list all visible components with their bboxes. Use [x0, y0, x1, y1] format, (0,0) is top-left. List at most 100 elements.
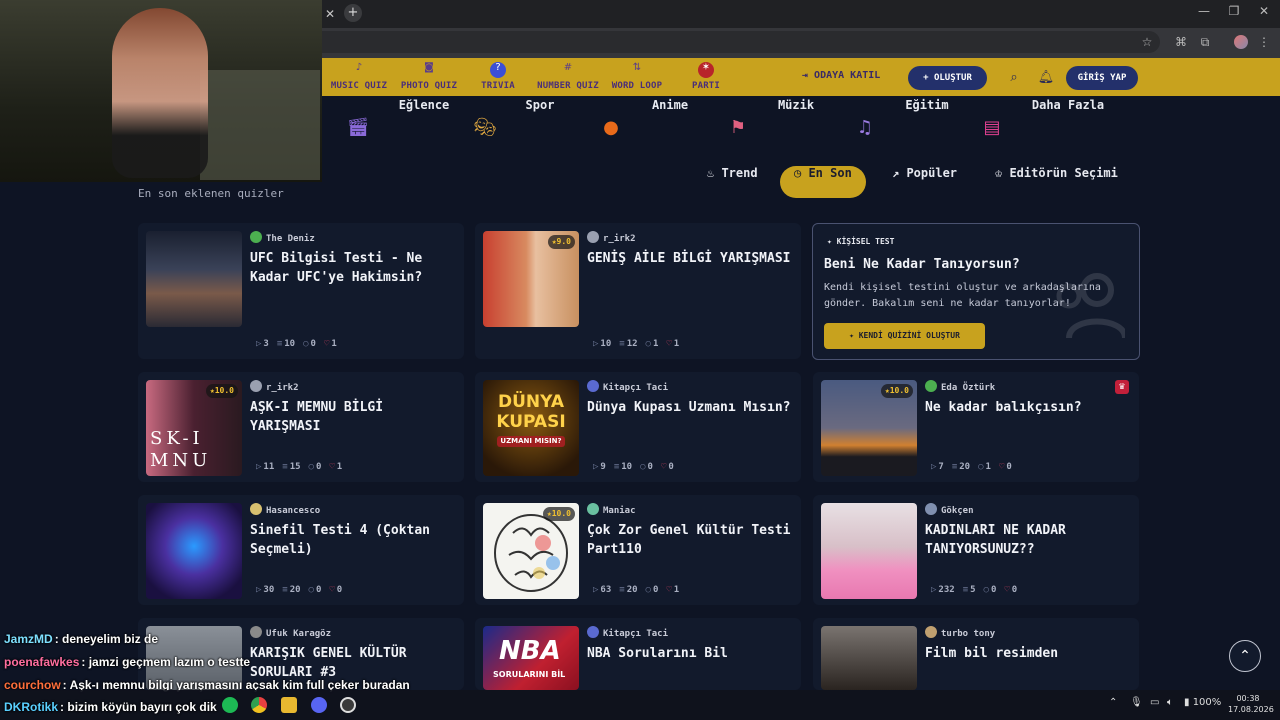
browser-menu-icon[interactable]: ⋮: [1256, 34, 1272, 50]
create-own-quiz-button[interactable]: ✦ KENDİ QUİZİNİ OLUŞTUR: [824, 323, 985, 349]
bell-icon[interactable]: 🔔︎: [1037, 69, 1055, 87]
avatar: [587, 380, 599, 392]
question-count: 10: [284, 339, 296, 349]
quiz-stats: ▷ 7 ≡ 20 ○ 1 ♡ 0: [931, 462, 1020, 472]
new-tab-button[interactable]: +: [344, 4, 362, 22]
author-name: Eda Öztürk: [941, 383, 996, 393]
quiz-thumbnail: [146, 503, 242, 599]
quiz-card[interactable]: ★10.0 Eda Öztürk ♛ Ne kadar balıkçısın? …: [813, 372, 1139, 482]
quiz-card[interactable]: The Deniz UFC Bilgisi Testi - Ne Kadar U…: [138, 223, 464, 359]
nav-word-loop[interactable]: ⇅ WORD LOOP: [597, 62, 677, 91]
volume-icon[interactable]: 🔈︎: [1167, 697, 1173, 708]
filter-en-son[interactable]: ◷ En Son: [780, 166, 866, 198]
clock-date: 17.08.2026: [1228, 705, 1274, 714]
section-label: En son eklenen quizler: [138, 187, 284, 200]
maximize-icon[interactable]: ❐: [1224, 4, 1244, 18]
questions-icon: ≡: [282, 585, 288, 595]
obs-icon[interactable]: [340, 697, 356, 713]
tray-chevron-icon[interactable]: ⌃: [1109, 697, 1117, 708]
bookmark-star-icon[interactable]: ☆: [1139, 34, 1155, 50]
filter-label: Editörün Seçimi: [1009, 166, 1118, 180]
filter-editor[interactable]: ♔ Editörün Seçimi: [995, 166, 1118, 198]
like-count: 0: [1006, 462, 1012, 472]
question-count: 15: [289, 462, 301, 472]
author-name: The Deniz: [266, 234, 315, 244]
comment-icon: ○: [303, 339, 309, 349]
microphone-icon[interactable]: 🎙︎: [1130, 697, 1143, 708]
create-button[interactable]: + OLUŞTUR: [908, 66, 987, 90]
folder-icon[interactable]: [281, 697, 297, 713]
scroll-to-top-button[interactable]: ⌃: [1229, 640, 1261, 672]
category-daha-fazla[interactable]: Daha Fazla: [1013, 98, 1123, 112]
nav-photo-quiz[interactable]: ◙ PHOTO QUIZ: [389, 62, 469, 91]
thumbnail-text: DÜNYA KUPASI: [496, 392, 566, 432]
system-clock[interactable]: 00:38 17.08.2026: [1228, 693, 1274, 715]
quiz-card[interactable]: turbo tony Film bil resimden: [813, 618, 1139, 690]
like-count: 0: [1011, 585, 1018, 595]
avatar: [587, 503, 599, 515]
quiz-thumbnail: ★9.0: [483, 231, 579, 327]
filter-trend[interactable]: ♨ Trend: [707, 166, 758, 198]
nav-number-quiz[interactable]: # NUMBER QUIZ: [528, 62, 608, 91]
play-icon: ▷: [593, 339, 599, 349]
chrome-icon[interactable]: [251, 697, 267, 713]
category-spor[interactable]: Spor: [485, 98, 595, 112]
avatar: [925, 626, 937, 638]
quiz-stats: ▷ 11 ≡ 15 ○ 0 ♡ 1: [256, 462, 350, 472]
translate-icon[interactable]: ⌘: [1173, 34, 1189, 50]
music-notes-icon: ♫: [856, 117, 874, 138]
quiz-card[interactable]: ★10.0 Maniac Çok Zor Genel Kültür Testi …: [475, 495, 801, 605]
rating-value: 9.0: [556, 237, 571, 246]
search-icon[interactable]: ⌕: [1005, 69, 1023, 87]
login-button[interactable]: GİRİŞ YAP: [1066, 66, 1138, 90]
nav-parti[interactable]: ✶ PARTI: [666, 62, 746, 91]
author-name: Hasancesco: [266, 506, 321, 516]
chat-username: poenafawkes: [4, 655, 80, 669]
quiz-card[interactable]: NBA SORULARINI BİL Kitapçı Taci NBA Soru…: [475, 618, 801, 690]
category-egitim[interactable]: Eğitim: [872, 98, 982, 112]
like-count: 0: [336, 585, 343, 595]
join-room-button[interactable]: ⇥ ODAYA KATIL: [802, 70, 880, 81]
hash-icon: #: [563, 62, 573, 73]
nav-music-quiz[interactable]: ♪ MUSIC QUIZ: [319, 62, 399, 91]
clock-time: 00:38: [1236, 694, 1260, 703]
chat-text: deneyelim biz de: [62, 632, 159, 646]
author-name: Gökçen: [941, 506, 974, 516]
quiz-card[interactable]: Hasancesco Sinefil Testi 4 (Çoktan Seçme…: [138, 495, 464, 605]
quiz-card[interactable]: Gökçen KADINLARI NE KADAR TANIYORSUNUZ??…: [813, 495, 1139, 605]
promo-title: Beni Ne Kadar Tanıyorsun?: [824, 257, 1020, 272]
author-name: r_irk2: [266, 383, 299, 393]
quiz-thumbnail: ★10.0: [821, 380, 917, 476]
tab-close-icon[interactable]: ✕: [322, 6, 338, 22]
like-count: 1: [331, 339, 337, 349]
quiz-card[interactable]: ★10.0 SK-I MNU r_irk2 AŞK-I MEMNU BİLGİ …: [138, 372, 464, 482]
category-anime[interactable]: Anime: [615, 98, 725, 112]
filter-label: Popüler: [906, 166, 958, 180]
rating-value: 10.0: [214, 386, 234, 395]
category-muzik[interactable]: Müzik: [741, 98, 851, 112]
window-close-icon[interactable]: ✕: [1254, 4, 1274, 18]
category-eglence[interactable]: Eğlence: [369, 98, 479, 112]
quiz-card[interactable]: ★9.0 r_irk2 GENİŞ AİLE BİLGİ YARIŞMASI ▷…: [475, 223, 801, 359]
profile-avatar[interactable]: [1234, 35, 1248, 49]
like-count: 1: [336, 462, 343, 472]
question-count: 20: [626, 585, 638, 595]
battery-percent: 100%: [1192, 697, 1222, 708]
author-name: Maniac: [603, 506, 636, 516]
battery-indicator[interactable]: ▮ 100%: [1184, 697, 1221, 708]
question-count: 12: [626, 339, 638, 349]
address-bar[interactable]: [300, 31, 1160, 53]
extensions-icon[interactable]: ⧉: [1197, 34, 1213, 50]
comment-icon: ○: [308, 462, 314, 472]
filter-populer[interactable]: ↗ Popüler: [892, 166, 957, 198]
nav-trivia[interactable]: ? TRIVIA: [458, 62, 538, 91]
chat-text: jamzi geçmem lazım o testte: [88, 655, 251, 669]
quiz-card[interactable]: DÜNYA KUPASI UZMANI MISIN? Kitapçı Taci …: [475, 372, 801, 482]
spotify-icon[interactable]: [222, 697, 238, 713]
chat-username: DKRotikk: [4, 700, 59, 714]
minimize-icon[interactable]: —: [1194, 4, 1214, 18]
thumbnail-text: UZMANI MISIN?: [497, 436, 565, 447]
author-name: r_irk2: [603, 234, 636, 244]
network-icon[interactable]: ▭: [1150, 697, 1159, 708]
discord-icon[interactable]: [311, 697, 327, 713]
